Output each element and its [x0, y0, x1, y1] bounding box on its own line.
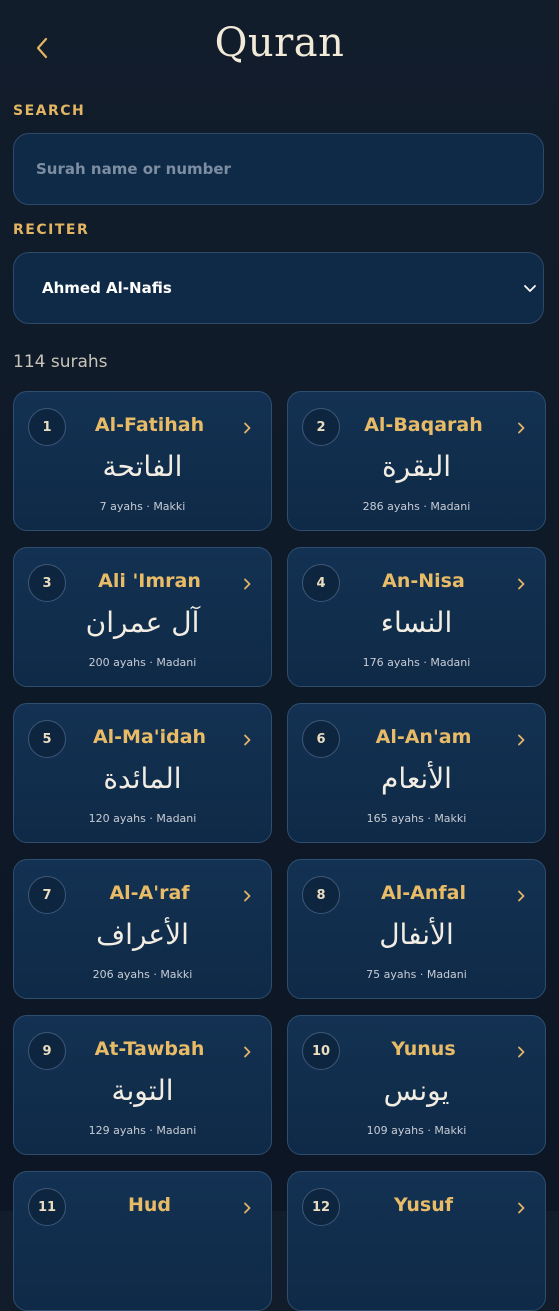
surah-arabic-name: الفاتحة — [102, 450, 183, 483]
chevron-right-icon — [518, 1046, 525, 1058]
page-title: Quran — [214, 20, 345, 66]
chevron-right-icon — [518, 1202, 525, 1214]
surah-count: 114 surahs — [13, 352, 108, 372]
surah-meta: 120 ayahs · Madani — [88, 812, 197, 825]
surah-meta: 7 ayahs · Makki — [99, 500, 186, 513]
surah-meta: 75 ayahs · Madani — [366, 968, 467, 981]
search-input[interactable] — [14, 134, 543, 204]
surah-arabic-name: التوبة — [111, 1074, 174, 1107]
surah-card-11[interactable]: 11 Hud — [13, 1171, 272, 1311]
surah-card-10[interactable]: 10 Yunus يونس 109 ayahs · Makki — [287, 1015, 546, 1155]
surah-english-name: An-Nisa — [382, 570, 465, 592]
surah-meta: 165 ayahs · Makki — [366, 812, 467, 825]
surah-meta: 200 ayahs · Madani — [88, 656, 197, 669]
surah-meta: 129 ayahs · Madani — [88, 1124, 197, 1137]
surah-card-2[interactable]: 2 Al-Baqarah البقرة 286 ayahs · Madani — [287, 391, 546, 531]
surah-meta: 286 ayahs · Madani — [362, 500, 471, 513]
surah-number-badge: 6 — [302, 720, 340, 758]
surah-meta: 109 ayahs · Makki — [366, 1124, 467, 1137]
surah-arabic-name: يونس — [383, 1074, 450, 1107]
chevron-right-icon — [244, 578, 251, 590]
chevron-right-icon — [244, 734, 251, 746]
surah-number-badge: 5 — [28, 720, 66, 758]
search-field — [13, 133, 544, 205]
surah-arabic-name: الأعراف — [96, 918, 189, 951]
surah-number-badge: 12 — [302, 1188, 340, 1226]
surah-english-name: Al-Anfal — [381, 882, 466, 904]
surah-english-name: Al-Baqarah — [364, 414, 483, 436]
surah-english-name: At-Tawbah — [94, 1038, 205, 1060]
chevron-right-icon — [244, 1202, 251, 1214]
surah-card-7[interactable]: 7 Al-A'raf الأعراف 206 ayahs · Makki — [13, 859, 272, 999]
surah-english-name: Al-A'raf — [109, 882, 190, 904]
surah-number-badge: 11 — [28, 1188, 66, 1226]
surah-arabic-name: الأنعام — [381, 762, 452, 795]
chevron-right-icon — [244, 422, 251, 434]
surah-number-badge: 4 — [302, 564, 340, 602]
surah-english-name: Ali 'Imran — [98, 570, 201, 592]
surah-english-name: Al-Ma'idah — [92, 726, 207, 748]
surah-grid: 1 Al-Fatihah الفاتحة 7 ayahs · Makki 2 A… — [13, 391, 546, 1311]
reciter-label: RECITER — [13, 222, 90, 238]
chevron-down-icon — [524, 285, 536, 292]
surah-number-badge: 1 — [28, 408, 66, 446]
surah-meta: 176 ayahs · Madani — [362, 656, 471, 669]
chevron-right-icon — [518, 890, 525, 902]
header: Quran — [0, 0, 559, 96]
surah-arabic-name: آل عمران — [85, 606, 200, 639]
surah-number-badge: 2 — [302, 408, 340, 446]
surah-number-badge: 7 — [28, 876, 66, 914]
surah-english-name: Al-An'am — [375, 726, 472, 748]
surah-card-6[interactable]: 6 Al-An'am الأنعام 165 ayahs · Makki — [287, 703, 546, 843]
surah-card-3[interactable]: 3 Ali 'Imran آل عمران 200 ayahs · Madani — [13, 547, 272, 687]
surah-number-badge: 9 — [28, 1032, 66, 1070]
chevron-right-icon — [518, 578, 525, 590]
surah-arabic-name: النساء — [380, 606, 453, 639]
surah-english-name: Yusuf — [393, 1194, 453, 1216]
surah-english-name: Yunus — [391, 1038, 456, 1060]
surah-arabic-name: البقرة — [381, 450, 452, 483]
surah-number-badge: 10 — [302, 1032, 340, 1070]
chevron-right-icon — [244, 1046, 251, 1058]
surah-card-8[interactable]: 8 Al-Anfal الأنفال 75 ayahs · Madani — [287, 859, 546, 999]
chevron-right-icon — [518, 422, 525, 434]
surah-arabic-name: المائدة — [103, 762, 182, 795]
surah-card-12[interactable]: 12 Yusuf — [287, 1171, 546, 1311]
surah-card-4[interactable]: 4 An-Nisa النساء 176 ayahs · Madani — [287, 547, 546, 687]
surah-number-badge: 3 — [28, 564, 66, 602]
search-label: SEARCH — [13, 103, 86, 119]
surah-arabic-name: الأنفال — [379, 918, 454, 951]
chevron-right-icon — [244, 890, 251, 902]
surah-card-9[interactable]: 9 At-Tawbah التوبة 129 ayahs · Madani — [13, 1015, 272, 1155]
surah-english-name: Hud — [127, 1194, 172, 1216]
reciter-select[interactable]: Ahmed Al-Nafis — [13, 252, 544, 324]
surah-card-5[interactable]: 5 Al-Ma'idah المائدة 120 ayahs · Madani — [13, 703, 272, 843]
surah-english-name: Al-Fatihah — [94, 414, 205, 436]
surah-card-1[interactable]: 1 Al-Fatihah الفاتحة 7 ayahs · Makki — [13, 391, 272, 531]
reciter-selected-value: Ahmed Al-Nafis — [42, 279, 172, 297]
surah-number-badge: 8 — [302, 876, 340, 914]
surah-meta: 206 ayahs · Makki — [92, 968, 193, 981]
chevron-right-icon — [518, 734, 525, 746]
